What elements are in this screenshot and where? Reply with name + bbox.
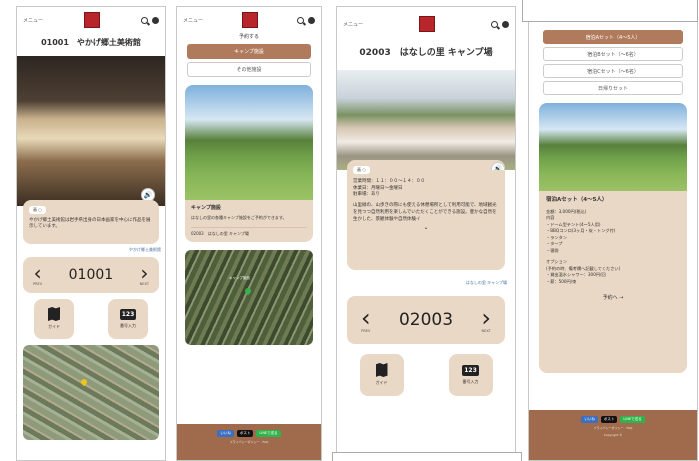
reserve-button[interactable]: 予約へ → [546, 295, 680, 303]
description-card: 画 ○ やかげ郷土美術館は岩手県出身の日本画家を中心に作品を展示しています。 [23, 200, 159, 244]
menu-button[interactable]: メニュー [23, 17, 43, 24]
page-title: 01001 やかげ郷土美術館 [41, 38, 141, 47]
app-header: メニュー [337, 7, 515, 41]
section-label: 予約する [238, 34, 259, 40]
facility-footer: 02003 はなしの里 キャンプ場 [191, 226, 307, 237]
facility-title: キャンプ施設 [191, 205, 221, 211]
campsite-photo [185, 85, 313, 200]
screen-reservation: メニュー 予約する キャンプ施設 その他施設 キャンプ施設 はなしの里の各種キャ… [176, 6, 322, 461]
set-option-a[interactable]: 宿泊Aセット（4～5人） [543, 30, 683, 44]
location-map[interactable] [23, 344, 159, 440]
footer-links[interactable]: プライバシーポリシー FAQ [230, 440, 269, 444]
site-footer: いいね ポスト LINEで送る プライバシーポリシー FAQ Copyright… [529, 410, 697, 460]
number-input-button[interactable]: 123 番号入力 [448, 353, 493, 396]
app-header: メニュー [17, 7, 165, 33]
chevron-down-icon[interactable]: ⌄ [353, 223, 499, 232]
search-icon[interactable] [490, 20, 498, 28]
screen-campsite: メニュー 02003 はなしの里 キャンプ場 🔊 画 ○ 営業時間：１１：００～… [336, 6, 516, 461]
tab-other-facilities[interactable]: その他施設 [187, 62, 311, 77]
detail-link[interactable]: はなしの里 キャンプ場 [345, 280, 507, 286]
description-card: 画 ○ 営業時間：１１：００～１４：００ 休業日：月曜日～金曜日 駐車場：あり … [347, 160, 505, 270]
plan-line: ・寝袋 [546, 247, 559, 253]
x-post-button[interactable]: ポスト [236, 430, 254, 437]
set-option-c[interactable]: 宿泊Cセット（～6名） [543, 64, 683, 78]
guide-button[interactable]: ガイド [359, 353, 404, 396]
satellite-map[interactable]: キャンプ施設 [185, 249, 313, 345]
number-pad-icon: 123 [119, 308, 137, 320]
map-pin-icon[interactable] [243, 286, 253, 295]
screenshot-collage: メニュー 01001 やかげ郷土美術館 🔊 画 ○ やかげ郷土美術館は岩手県出身… [0, 0, 699, 461]
next-button[interactable]: › NEXT [140, 263, 149, 287]
detail-link[interactable]: やかげ郷土美術館 [21, 247, 161, 253]
description-text: 山里緑の、山歩きの際にも使える休憩場所として利用可能で、地域観光を見つつ自然利用… [353, 203, 497, 222]
info-line-parking: 駐車場：あり [353, 192, 380, 198]
globe-icon[interactable] [307, 16, 315, 24]
guide-button[interactable]: ガイド [34, 298, 74, 339]
screen-set-plans: 宿泊Aセット（4～5人） 宿泊Bセット（～6名） 宿泊Cセット（～6名） 日帰り… [528, 6, 698, 461]
copyright-text: Copyright © [603, 433, 623, 437]
share-buttons: いいね ポスト LINEで送る [217, 430, 281, 437]
quick-actions: ガイド 123 番号入力 [17, 298, 165, 339]
line-share-button[interactable]: LINEで送る [256, 430, 281, 437]
search-icon[interactable] [296, 16, 304, 24]
number-input-button[interactable]: 123 番号入力 [108, 298, 148, 339]
plan-card: 宿泊Aセット（4～5人） 金額：3,000円(税込) 内容 ・ドーム型テント(4… [539, 103, 687, 373]
set-option-day[interactable]: 日帰りセット [543, 81, 683, 95]
map-book-icon [48, 307, 60, 321]
app-header: メニュー [177, 7, 321, 33]
facebook-share-button[interactable]: いいね [581, 416, 598, 423]
number-nav: ‹ PREV 01001 › NEXT [23, 257, 159, 293]
number-pad-icon: 123 [462, 364, 479, 376]
cropped-footer-strip [332, 452, 522, 461]
logo[interactable] [242, 12, 258, 28]
share-buttons: いいね ポスト LINEで送る [581, 416, 645, 423]
site-footer: いいね ポスト LINEで送る プライバシーポリシー FAQ [177, 424, 321, 460]
globe-icon[interactable] [501, 20, 509, 28]
museum-photo: 🔊 [17, 56, 165, 206]
prev-button[interactable]: ‹ PREV [361, 306, 371, 334]
logo[interactable] [419, 16, 435, 32]
tag-badge: 画 ○ [29, 206, 46, 214]
footer-links[interactable]: プライバシーポリシー FAQ [594, 426, 633, 430]
page-title: 02003 はなしの里 キャンプ場 [359, 48, 493, 58]
cropped-header-strip [522, 0, 698, 22]
item-code: 02003 [398, 309, 454, 330]
tent-photo [539, 103, 687, 191]
menu-button[interactable]: メニュー [183, 17, 203, 24]
info-line-hours: 営業時間：１１：００～１４：００ [353, 178, 425, 184]
line-share-button[interactable]: LINEで送る [620, 416, 645, 423]
facility-text: はなしの里の各種キャンプ施設をご予約ができます。 [191, 214, 287, 220]
facebook-share-button[interactable]: いいね [217, 430, 234, 437]
globe-icon[interactable] [151, 16, 159, 24]
plan-title: 宿泊Aセット（4～5人） [546, 197, 608, 203]
next-button[interactable]: › NEXT [481, 306, 491, 334]
facility-card[interactable]: キャンプ施設 はなしの里の各種キャンプ施設をご予約ができます。 02003 はな… [185, 85, 313, 242]
tab-camp-facilities[interactable]: キャンプ施設 [187, 44, 311, 59]
menu-button[interactable]: メニュー [343, 21, 363, 28]
map-book-icon [375, 363, 388, 377]
speaker-icon[interactable]: 🔊 [491, 162, 505, 170]
x-post-button[interactable]: ポスト [600, 416, 618, 423]
item-code: 01001 [68, 266, 114, 283]
set-option-b[interactable]: 宿泊Bセット（～6名） [543, 47, 683, 61]
screen-museum: メニュー 01001 やかげ郷土美術館 🔊 画 ○ やかげ郷土美術館は岩手県出身… [16, 6, 166, 461]
campsite-building-photo: 🔊 [337, 70, 515, 170]
map-pin-icon[interactable] [79, 377, 89, 386]
prev-button[interactable]: ‹ PREV [33, 263, 42, 287]
option-line: ・薪：500円/束 [546, 278, 577, 284]
logo[interactable] [84, 12, 100, 28]
tag-badge: 画 ○ [353, 166, 370, 174]
map-pin-label: キャンプ施設 [229, 275, 250, 280]
search-icon[interactable] [140, 16, 148, 24]
number-nav: ‹ PREV 02003 › NEXT [347, 296, 505, 344]
quick-actions: ガイド 123 番号入力 [337, 353, 515, 396]
description-text: やかげ郷土美術館は岩手県出身の日本画家を中心に作品を展示しています。 [29, 217, 151, 230]
